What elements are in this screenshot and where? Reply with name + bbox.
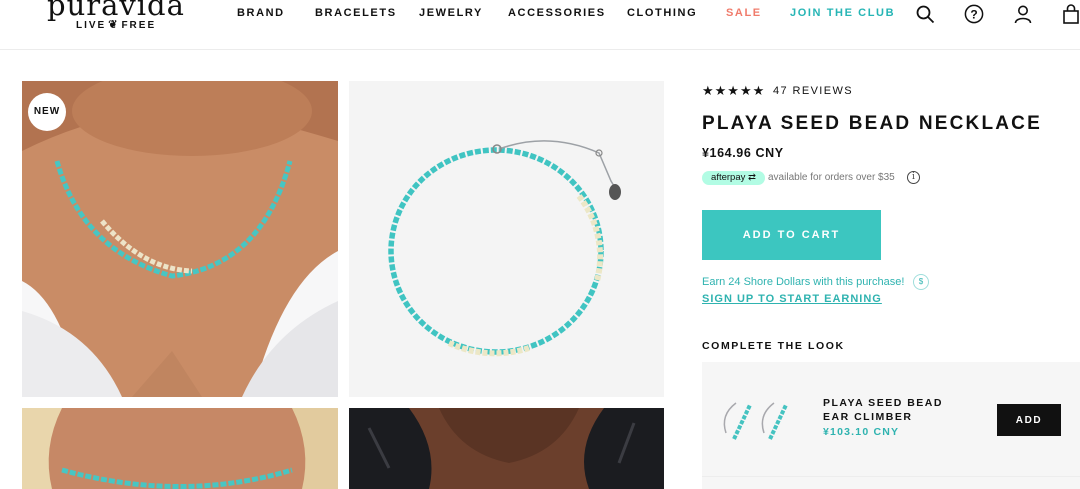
logo-tagline: LIVE ❦ FREE: [76, 19, 157, 31]
shore-dollars-icon[interactable]: $: [913, 274, 929, 290]
ear-climber-thumbnail[interactable]: [716, 395, 792, 445]
shore-dollars-text: Earn 24 Shore Dollars with this purchase…: [702, 276, 905, 288]
product-image-model-2[interactable]: [22, 408, 338, 489]
look-item-price: ¥103.10 CNY: [823, 426, 900, 438]
product-price: ¥164.96 CNY: [702, 146, 784, 160]
rating-stars[interactable]: ★★★★★: [702, 83, 765, 99]
add-to-cart-button[interactable]: ADD TO CART: [702, 210, 881, 260]
info-icon[interactable]: i: [907, 171, 920, 184]
cart-icon[interactable]: [1061, 4, 1080, 24]
logo-wordmark: puravida: [47, 0, 185, 22]
search-icon[interactable]: [915, 4, 935, 24]
nav-join-the-club[interactable]: JOIN THE CLUB: [790, 7, 895, 19]
afterpay-badge: afterpay ⇄: [702, 171, 765, 185]
svg-text:?: ?: [970, 8, 977, 22]
nav-jewelry[interactable]: JEWELRY: [419, 7, 483, 19]
complete-the-look-heading: COMPLETE THE LOOK: [702, 340, 845, 352]
look-item-card-next: [702, 476, 1080, 489]
nav-brand[interactable]: BRAND: [237, 7, 285, 19]
brand-logo[interactable]: puravida LIVE ❦ FREE: [47, 0, 184, 34]
product-image-flat[interactable]: [349, 81, 664, 397]
nav-bracelets[interactable]: BRACELETS: [315, 7, 397, 19]
look-item-add-button[interactable]: ADD: [997, 404, 1061, 436]
afterpay-text: available for orders over $35: [768, 172, 895, 183]
nav-accessories[interactable]: ACCESSORIES: [508, 7, 606, 19]
account-icon[interactable]: [1013, 4, 1033, 24]
reviews-link[interactable]: 47 REVIEWS: [773, 85, 853, 97]
pineapple-icon: ❦: [108, 19, 120, 31]
signup-earning-link[interactable]: SIGN UP TO START EARNING: [702, 293, 882, 305]
new-badge: NEW: [28, 93, 66, 131]
site-header: puravida LIVE ❦ FREE BRAND BRACELETS JEWEL…: [0, 0, 1080, 50]
product-image-model-3[interactable]: [349, 408, 664, 489]
look-item-name[interactable]: PLAYA SEED BEAD EAR CLIMBER: [823, 396, 973, 424]
help-icon[interactable]: ?: [964, 4, 984, 24]
product-title: PLAYA SEED BEAD NECKLACE: [702, 113, 1042, 134]
nav-sale[interactable]: SALE: [726, 7, 762, 19]
product-image-model[interactable]: NEW: [22, 81, 338, 397]
nav-clothing[interactable]: CLOTHING: [627, 7, 697, 19]
